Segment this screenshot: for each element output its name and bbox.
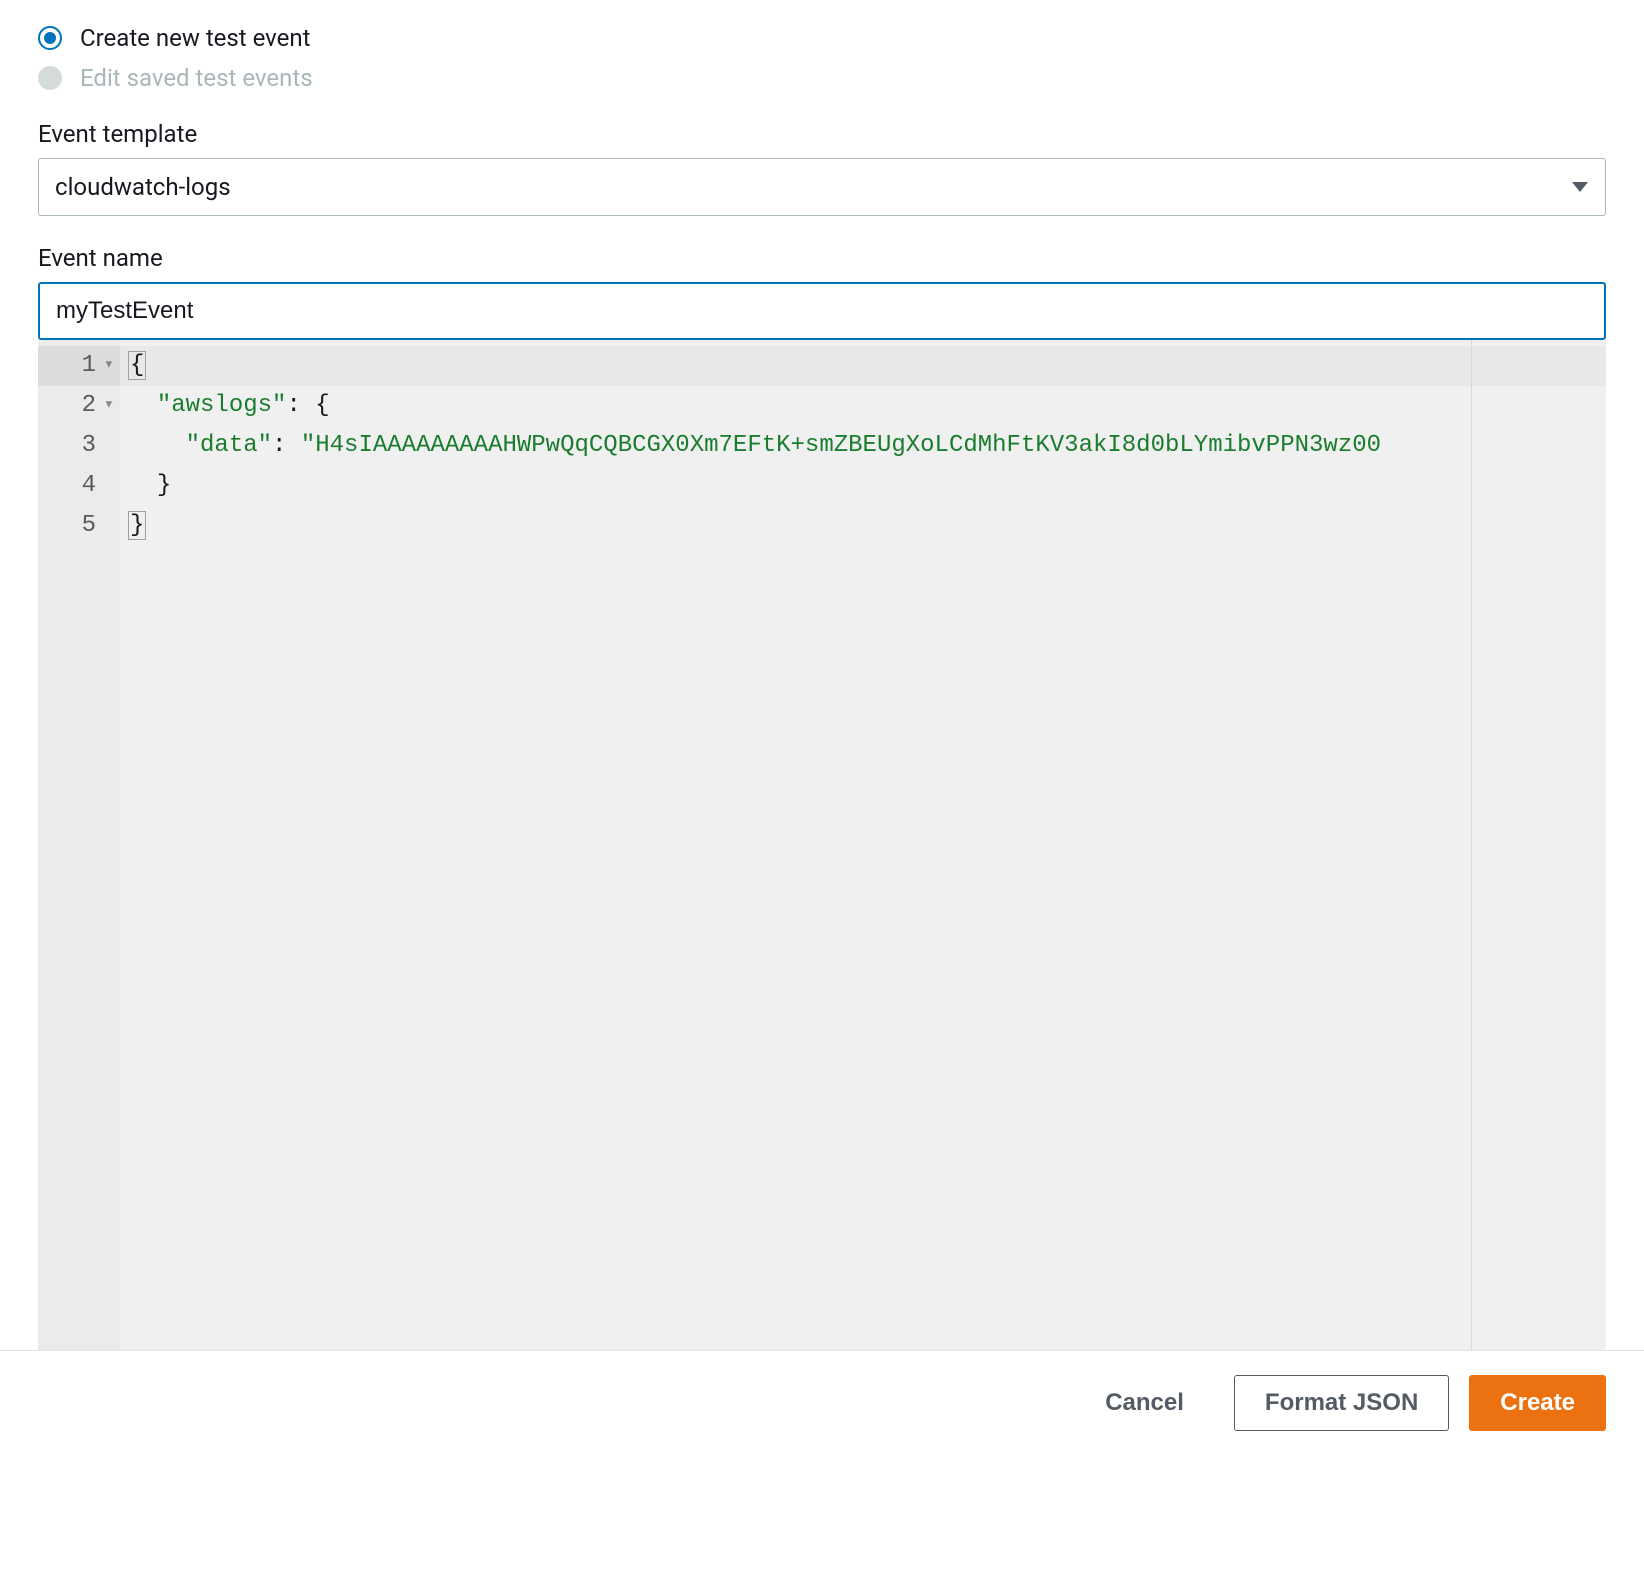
fold-marker-icon: ▾ [100,386,114,426]
fold-marker-icon: ▾ [100,346,114,386]
event-name-label: Event name [38,244,1606,272]
code-line: } [120,506,1606,546]
dialog-footer: Cancel Format JSON Create [0,1350,1644,1455]
radio-disabled-icon [38,66,62,90]
cancel-button[interactable]: Cancel [1075,1375,1214,1431]
json-code-editor[interactable]: 1▾ 2▾ 3 4 5 { "awslogs": { "data": "H4sI… [38,340,1606,1350]
radio-edit-saved: Edit saved test events [38,64,1606,92]
gutter-line: 2▾ [38,386,120,426]
event-template-value: cloudwatch-logs [38,158,1606,216]
radio-create-new[interactable]: Create new test event [38,24,1606,52]
gutter-line: 3 [38,426,120,466]
event-template-section: Event template cloudwatch-logs [38,120,1606,216]
format-json-button[interactable]: Format JSON [1234,1375,1449,1431]
create-button[interactable]: Create [1469,1375,1606,1431]
radio-selected-icon [38,26,62,50]
code-gutter: 1▾ 2▾ 3 4 5 [38,340,120,1350]
event-template-select[interactable]: cloudwatch-logs [38,158,1606,216]
code-line: } [120,466,1606,506]
event-mode-radio-group: Create new test event Edit saved test ev… [38,24,1606,92]
code-line: "data": "H4sIAAAAAAAAAHWPwQqCQBCGX0Xm7EF… [120,426,1606,466]
radio-create-new-label: Create new test event [80,24,310,52]
code-line: { [120,346,1606,386]
event-template-label: Event template [38,120,1606,148]
gutter-line: 5 [38,506,120,546]
code-line: "awslogs": { [120,386,1606,426]
event-name-section: Event name [38,244,1606,340]
gutter-line: 1▾ [38,346,120,386]
radio-edit-saved-label: Edit saved test events [80,64,313,92]
event-name-input[interactable] [38,282,1606,340]
code-margin-line [1471,340,1472,1350]
code-content[interactable]: { "awslogs": { "data": "H4sIAAAAAAAAAHWP… [120,340,1606,1350]
gutter-line: 4 [38,466,120,506]
